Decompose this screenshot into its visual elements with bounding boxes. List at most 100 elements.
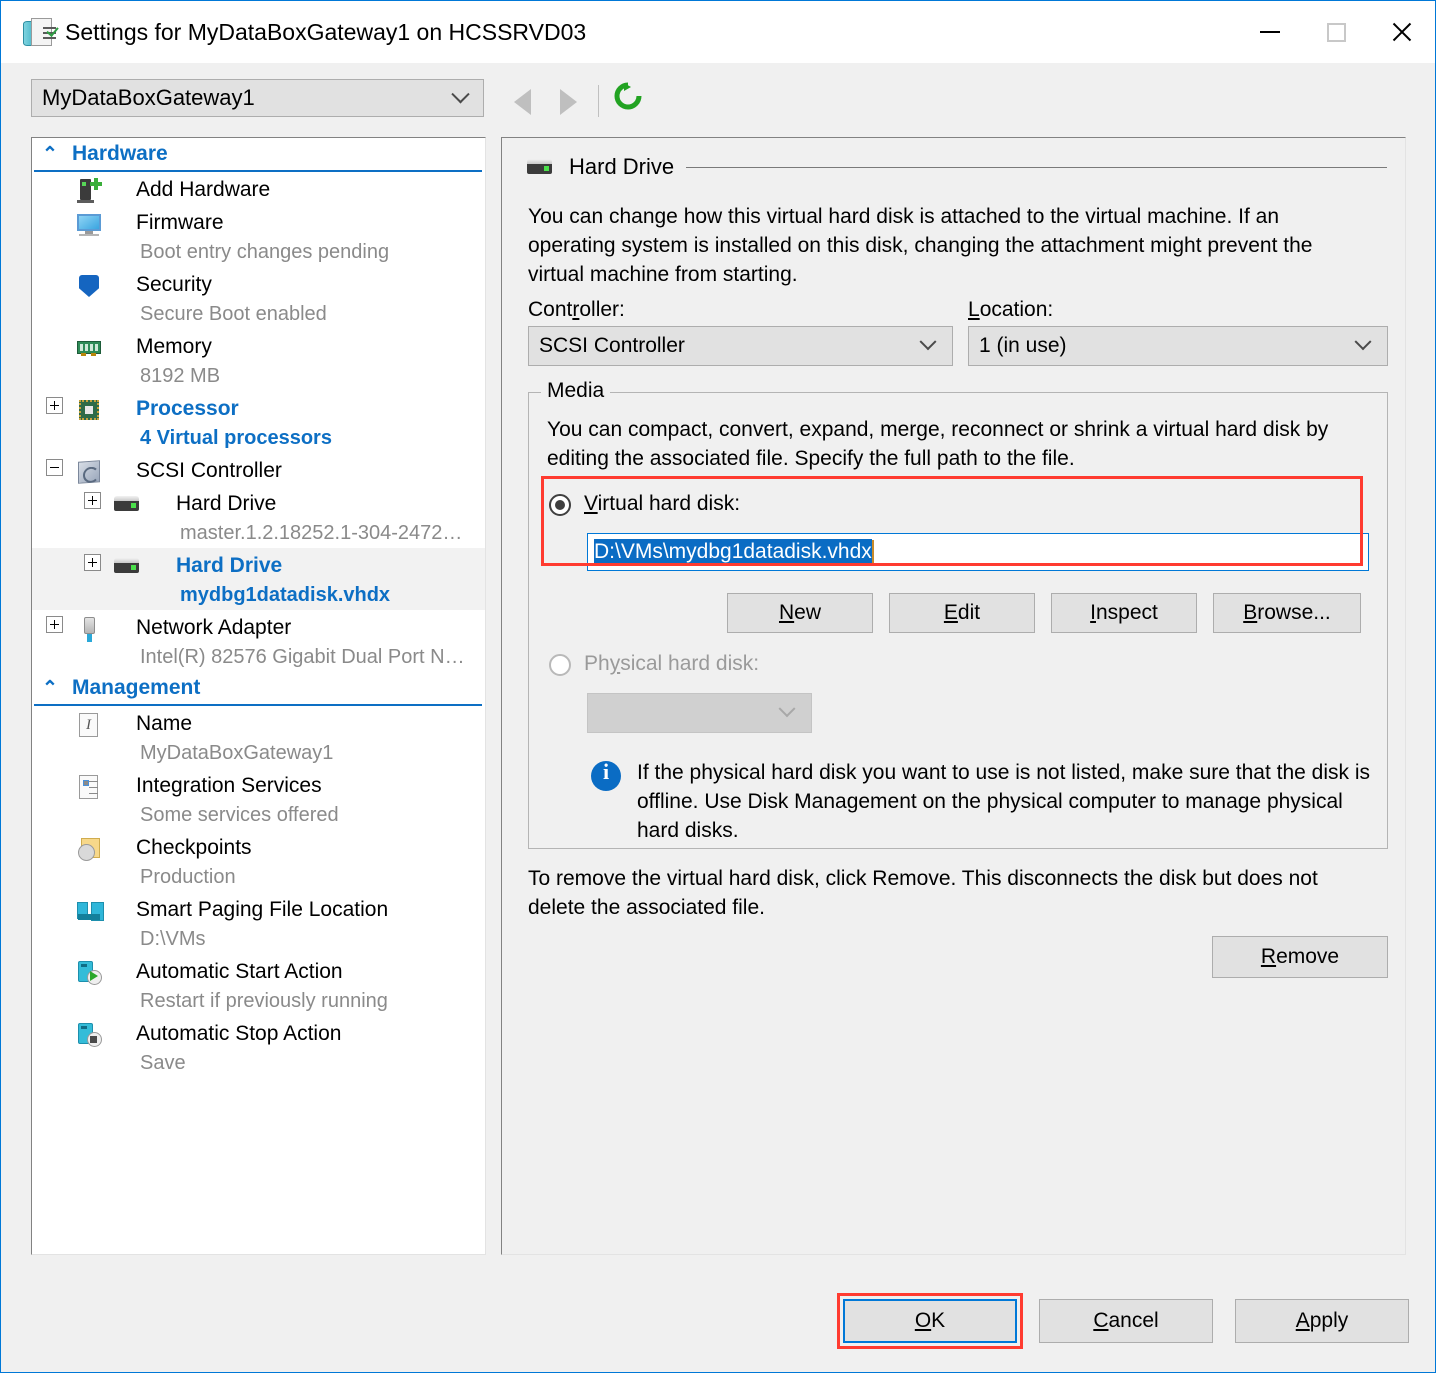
tree-item-processor[interactable]: Processor 4 Virtual processors xyxy=(32,391,485,453)
tree-item-sublabel: mydbg1datadisk.vhdx xyxy=(180,584,391,606)
controller-dropdown[interactable]: SCSI Controller xyxy=(528,326,953,366)
integration-services-icon xyxy=(76,774,102,800)
settings-window: Settings for MyDataBoxGateway1 on HCSSRV… xyxy=(0,0,1436,1373)
tree-item-sublabel: 4 Virtual processors xyxy=(140,427,332,449)
tree-item-sublabel: D:\VMs xyxy=(140,928,206,950)
back-button[interactable] xyxy=(514,89,531,115)
tree-item-label: Hard Drive xyxy=(176,554,283,577)
tree-group-management[interactable]: ⌃ Management xyxy=(34,672,482,706)
minimize-button[interactable] xyxy=(1237,1,1303,63)
tree-item-add-hardware[interactable]: Add Hardware xyxy=(32,172,485,205)
ok-button[interactable]: OK xyxy=(843,1299,1017,1343)
maximize-button[interactable] xyxy=(1303,1,1369,63)
media-legend: Media xyxy=(541,379,611,403)
virtual-hard-disk-path-input[interactable]: D:\VMs\mydbg1datadisk.vhdx xyxy=(587,533,1369,571)
tree-item-checkpoints[interactable]: Checkpoints Production xyxy=(32,830,485,892)
media-groupbox: Media You can compact, convert, expand, … xyxy=(528,379,1388,849)
virtual-hard-disk-radio[interactable] xyxy=(549,494,571,516)
tree-item-sublabel: master.1.2.18252.1-304-2472… xyxy=(180,522,463,544)
tree-item-hard-drive-master[interactable]: Hard Drive master.1.2.18252.1-304-2472… xyxy=(32,486,485,548)
collapse-toggle-scsi-controller[interactable] xyxy=(46,459,63,476)
remove-button[interactable]: Remove xyxy=(1212,936,1388,978)
security-shield-icon xyxy=(76,273,102,299)
media-description: You can compact, convert, expand, merge,… xyxy=(547,418,1329,470)
chevron-down-icon xyxy=(1354,333,1372,351)
remove-description: To remove the virtual hard disk, click R… xyxy=(528,867,1318,919)
text-caret xyxy=(871,540,874,564)
tree-item-label: Firmware xyxy=(136,211,224,234)
tree-item-label: Automatic Stop Action xyxy=(136,1022,342,1045)
tree-item-label: Hard Drive xyxy=(176,492,277,515)
location-dropdown[interactable]: 1 (in use) xyxy=(968,326,1388,366)
close-icon xyxy=(1390,20,1414,44)
window-controls xyxy=(1237,1,1435,63)
controller-value: SCSI Controller xyxy=(539,334,685,357)
apply-button[interactable]: Apply xyxy=(1235,1299,1409,1343)
toolbar: MyDataBoxGateway1 xyxy=(1,63,1435,131)
chevron-down-icon xyxy=(778,700,796,718)
tree-item-sublabel: Production xyxy=(140,866,236,888)
expand-toggle-hard-drive-master[interactable] xyxy=(84,492,101,509)
controller-label: Controller: xyxy=(528,298,625,321)
tree-item-hard-drive-mydbg1datadisk[interactable]: Hard Drive mydbg1datadisk.vhdx xyxy=(32,548,485,610)
dialog-footer: OK Cancel Apply xyxy=(1,1271,1435,1372)
automatic-stop-icon xyxy=(76,1022,102,1048)
tree-item-sublabel: Boot entry changes pending xyxy=(140,241,390,263)
tree-item-label: SCSI Controller xyxy=(136,459,282,482)
tree-item-label: Processor xyxy=(136,397,239,420)
tree-item-name[interactable]: Name MyDataBoxGateway1 xyxy=(32,706,485,768)
tree-item-sublabel: Restart if previously running xyxy=(140,990,388,1012)
virtual-hard-disk-path-value: D:\VMs\mydbg1datadisk.vhdx xyxy=(594,539,872,565)
tree-item-smart-paging-file-location[interactable]: Smart Paging File Location D:\VMs xyxy=(32,892,485,954)
minimize-icon xyxy=(1260,31,1280,33)
tree-item-integration-services[interactable]: Integration Services Some services offer… xyxy=(32,768,485,830)
forward-button[interactable] xyxy=(560,89,577,115)
vm-settings-icon xyxy=(23,16,59,48)
tree-group-hardware[interactable]: ⌃ Hardware xyxy=(34,138,482,172)
inspect-button[interactable]: Inspect xyxy=(1051,593,1197,633)
name-icon xyxy=(76,712,102,738)
tree-item-sublabel: Intel(R) 82576 Gigabit Dual Port N… xyxy=(140,646,465,668)
tree-item-label: Checkpoints xyxy=(136,836,252,859)
title-bar: Settings for MyDataBoxGateway1 on HCSSRV… xyxy=(1,1,1435,63)
edit-button[interactable]: Edit xyxy=(889,593,1035,633)
tree-item-label: Smart Paging File Location xyxy=(136,898,389,921)
chevron-up-icon: ⌃ xyxy=(42,677,58,699)
checkpoints-icon xyxy=(76,836,102,862)
tree-item-sublabel: Secure Boot enabled xyxy=(140,303,327,325)
tree-item-automatic-stop-action[interactable]: Automatic Stop Action Save xyxy=(32,1016,485,1078)
toolbar-divider xyxy=(598,85,599,117)
scsi-controller-icon xyxy=(76,459,102,485)
tree-item-label: Name xyxy=(136,712,193,735)
close-button[interactable] xyxy=(1369,1,1435,63)
add-hardware-icon xyxy=(76,178,102,204)
processor-icon xyxy=(76,397,102,423)
window-title: Settings for MyDataBoxGateway1 on HCSSRV… xyxy=(65,18,587,45)
new-button[interactable]: New xyxy=(727,593,873,633)
tree-item-label: Add Hardware xyxy=(136,178,271,201)
physical-hard-disk-radio[interactable] xyxy=(549,654,571,676)
cancel-button[interactable]: Cancel xyxy=(1039,1299,1213,1343)
hard-drive-icon xyxy=(527,159,553,179)
tree-item-network-adapter[interactable]: Network Adapter Intel(R) 82576 Gigabit D… xyxy=(32,610,485,672)
header-rule xyxy=(686,166,1387,168)
tree-item-automatic-start-action[interactable]: Automatic Start Action Restart if previo… xyxy=(32,954,485,1016)
tree-item-label: Integration Services xyxy=(136,774,322,797)
automatic-start-icon xyxy=(76,960,102,986)
physical-hard-disk-dropdown[interactable] xyxy=(587,693,812,733)
tree-item-scsi-controller[interactable]: SCSI Controller xyxy=(32,453,485,486)
expand-toggle-hard-drive-mydbg1datadisk[interactable] xyxy=(84,554,101,571)
refresh-icon[interactable] xyxy=(613,81,643,111)
vm-selector-dropdown[interactable]: MyDataBoxGateway1 xyxy=(31,79,484,117)
expand-toggle-network-adapter[interactable] xyxy=(46,616,63,633)
vm-selector-value: MyDataBoxGateway1 xyxy=(42,85,255,110)
tree-group-management-label: Management xyxy=(72,676,201,699)
tree-item-security[interactable]: Security Secure Boot enabled xyxy=(32,267,485,329)
virtual-hard-disk-label: Virtual hard disk: xyxy=(584,492,741,515)
browse-button[interactable]: Browse... xyxy=(1213,593,1361,633)
network-adapter-icon xyxy=(76,616,102,642)
expand-toggle-processor[interactable] xyxy=(46,397,63,414)
settings-tree-panel[interactable]: ⌃ Hardware Add Hardware Firmware Boot en… xyxy=(31,137,486,1255)
tree-item-firmware[interactable]: Firmware Boot entry changes pending xyxy=(32,205,485,267)
tree-item-memory[interactable]: Memory 8192 MB xyxy=(32,329,485,391)
